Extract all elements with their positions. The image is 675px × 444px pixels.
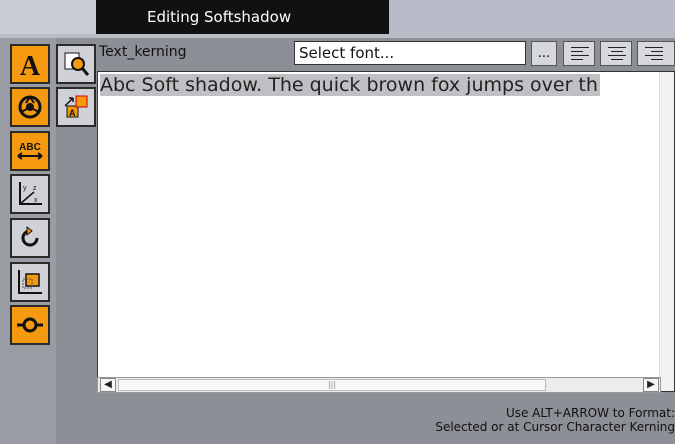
font-replace-button[interactable]: A [56, 87, 96, 127]
window-title: Editing Softshadow [96, 0, 389, 34]
scroll-left-button[interactable]: ◀ [100, 378, 116, 392]
material-button[interactable] [10, 87, 50, 127]
editor-text[interactable]: Abc Soft shadow. The quick brown fox jum… [100, 74, 600, 96]
rotate-icon [21, 225, 39, 247]
font-browse-button[interactable]: ... [531, 41, 557, 66]
font-select[interactable]: Select font... [294, 41, 526, 65]
vertical-scrollbar[interactable] [659, 72, 674, 391]
axis-icon: y z x [19, 182, 42, 205]
toolbar-strip [0, 34, 675, 38]
svg-text:A: A [20, 51, 41, 79]
svg-text:y: y [23, 185, 27, 192]
property-label: Text_kerning [99, 44, 187, 60]
connector-icon [17, 317, 43, 333]
status-line-1: Use ALT+ARROW to Format: [505, 406, 675, 420]
axis-button[interactable]: y z x [10, 174, 50, 214]
horizontal-scrollbar[interactable]: ◀ ||| ▶ [97, 377, 661, 393]
text-tool-button[interactable]: A [10, 44, 50, 84]
text-editor[interactable]: Abc Soft shadow. The quick brown fox jum… [97, 71, 675, 392]
align-right-button[interactable] [637, 41, 675, 66]
font-browser-icon [64, 52, 90, 76]
connector-button[interactable] [10, 305, 50, 345]
scroll-right-button[interactable]: ▶ [643, 378, 659, 392]
svg-text:ABC: ABC [19, 142, 41, 153]
text-tool-icon: A [20, 51, 41, 79]
font-browser-button[interactable] [56, 44, 96, 84]
align-left-button[interactable] [563, 41, 595, 66]
align-center-button[interactable] [600, 41, 632, 66]
status-help: Use ALT+ARROW to Format: Selected or at … [360, 406, 675, 434]
scroll-thumb[interactable]: ||| [118, 379, 546, 391]
status-line-2: Selected or at Cursor Character Kerning [435, 420, 675, 434]
titlebar-left-area [0, 0, 96, 34]
titlebar-right-area [389, 0, 675, 34]
text-spacing-icon: ABC [17, 142, 43, 160]
position-icon [18, 270, 42, 294]
svg-text:x: x [34, 197, 38, 204]
material-icon [18, 95, 42, 119]
rotate-button[interactable] [10, 218, 50, 258]
font-replace-icon: A [64, 95, 88, 118]
text-spacing-button[interactable]: ABC [10, 131, 50, 171]
svg-text:z: z [33, 185, 37, 192]
position-button[interactable] [10, 262, 50, 302]
svg-text:A: A [69, 108, 76, 118]
